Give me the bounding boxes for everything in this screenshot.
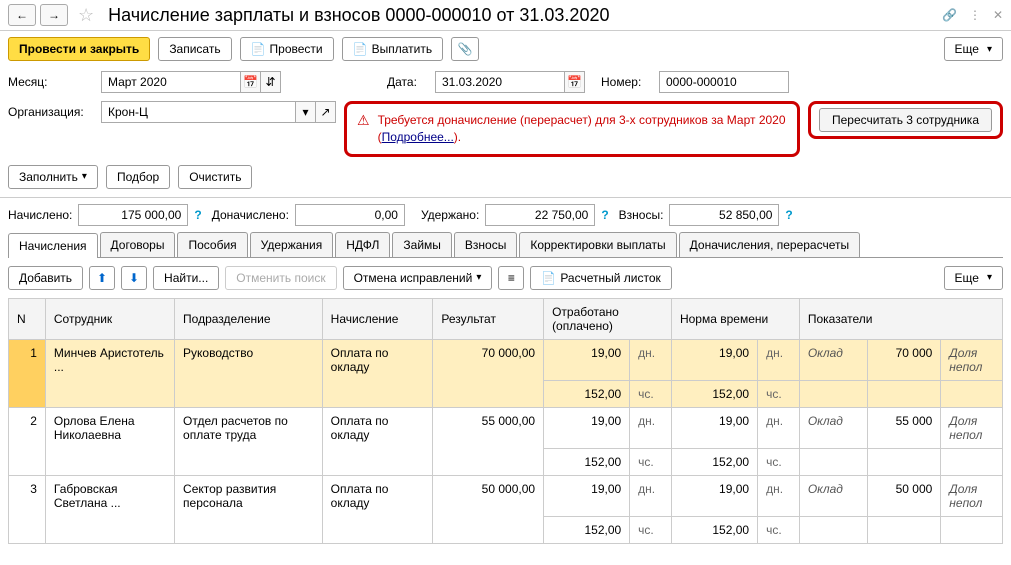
tab-more-button[interactable]: Еще [944, 266, 1003, 290]
show-all-button[interactable]: ≡ [498, 266, 524, 290]
arrow-down-icon: ⬇ [129, 271, 139, 285]
kebab-icon[interactable]: ⋮ [969, 8, 981, 22]
org-label: Организация: [8, 101, 93, 119]
star-icon[interactable]: ☆ [78, 5, 94, 26]
attach-button[interactable]: 📎 [451, 37, 479, 61]
col-dept[interactable]: Подразделение [175, 298, 323, 339]
pay-button[interactable]: 📄 Выплатить [342, 37, 443, 61]
table-row[interactable]: 3 Габровская Светлана ... Сектор развити… [9, 475, 1003, 516]
month-label: Месяц: [8, 71, 93, 89]
post-label: Провести [270, 42, 323, 56]
col-norm[interactable]: Норма времени [671, 298, 799, 339]
page-title: Начисление зарплаты и взносов 0000-00001… [108, 5, 938, 26]
accrued-help[interactable]: ? [194, 208, 201, 222]
pay-label: Выплатить [372, 42, 433, 56]
org-dropdown-button[interactable]: ▾ [296, 101, 316, 123]
month-calendar-button[interactable]: 📅 [241, 71, 261, 93]
withheld-help[interactable]: ? [601, 208, 608, 222]
withheld-label: Удержано: [421, 208, 479, 222]
post-close-button[interactable]: Провести и закрыть [8, 37, 150, 61]
select-button[interactable]: Подбор [106, 165, 170, 189]
cancel-fix-label: Отмена исправлений [354, 271, 473, 285]
cancel-find-button[interactable]: Отменить поиск [225, 266, 336, 290]
doc-icon: 📄 [541, 271, 556, 285]
col-ind[interactable]: Показатели [799, 298, 1002, 339]
contrib-label: Взносы: [619, 208, 664, 222]
accrued-value[interactable] [78, 204, 188, 226]
save-button[interactable]: Записать [158, 37, 231, 61]
more-label: Еще [955, 42, 979, 56]
org-open-button[interactable]: ↗ [316, 101, 336, 123]
added-value[interactable] [295, 204, 405, 226]
contrib-value[interactable] [669, 204, 779, 226]
number-input[interactable] [659, 71, 789, 93]
post-icon: 📄 [251, 42, 266, 56]
col-accr[interactable]: Начисление [322, 298, 433, 339]
tab-loans[interactable]: Займы [392, 232, 452, 257]
tabs: Начисления Договоры Пособия Удержания НД… [8, 232, 1003, 258]
table-row[interactable]: 1 Минчев Аристотель ... Руководство Опла… [9, 339, 1003, 380]
move-down-button[interactable]: ⬇ [121, 266, 147, 290]
col-n[interactable]: N [9, 298, 46, 339]
date-label: Дата: [387, 71, 427, 89]
arrow-up-icon: ⬆ [97, 271, 107, 285]
back-button[interactable]: ← [8, 4, 36, 26]
accruals-table: N Сотрудник Подразделение Начисление Рез… [8, 298, 1003, 544]
pay-icon: 📄 [353, 42, 368, 56]
recalculate-button[interactable]: Пересчитать 3 сотрудника [819, 108, 992, 132]
find-button[interactable]: Найти... [153, 266, 219, 290]
accrued-label: Начислено: [8, 208, 72, 222]
col-result[interactable]: Результат [433, 298, 544, 339]
tab-corrections[interactable]: Корректировки выплаты [519, 232, 676, 257]
tab-ndfl[interactable]: НДФЛ [335, 232, 390, 257]
payslip-label: Расчетный листок [560, 271, 660, 285]
fill-label: Заполнить [19, 170, 78, 184]
org-input[interactable] [101, 101, 296, 123]
warning-details-link[interactable]: Подробнее... [382, 130, 454, 144]
col-worked[interactable]: Отработано (оплачено) [544, 298, 672, 339]
warning-icon: ⚠ [357, 112, 370, 129]
fill-button[interactable]: Заполнить [8, 165, 98, 189]
tab-additional[interactable]: Доначисления, перерасчеты [679, 232, 860, 257]
month-spinner[interactable]: ⇵ [261, 71, 281, 93]
post-button[interactable]: 📄 Провести [240, 37, 334, 61]
add-row-button[interactable]: Добавить [8, 266, 83, 290]
cancel-fix-button[interactable]: Отмена исправлений [343, 266, 493, 290]
warning-panel: ⚠ Требуется доначисление (перерасчет) дл… [344, 101, 800, 157]
tab-deductions[interactable]: Удержания [250, 232, 334, 257]
tab-accruals[interactable]: Начисления [8, 233, 98, 258]
tab-benefits[interactable]: Пособия [177, 232, 247, 257]
contrib-help[interactable]: ? [785, 208, 792, 222]
list-icon: ≡ [508, 271, 515, 285]
number-label: Номер: [601, 71, 651, 89]
close-icon[interactable]: ✕ [993, 8, 1003, 22]
payslip-button[interactable]: 📄 Расчетный листок [530, 266, 671, 290]
date-calendar-button[interactable]: 📅 [565, 71, 585, 93]
tab-contrib[interactable]: Взносы [454, 232, 517, 257]
col-emp[interactable]: Сотрудник [45, 298, 174, 339]
month-input[interactable] [101, 71, 241, 93]
warning-text: Требуется доначисление (перерасчет) для … [378, 112, 787, 146]
clear-button[interactable]: Очистить [178, 165, 252, 189]
paperclip-icon: 📎 [458, 42, 473, 56]
withheld-value[interactable] [485, 204, 595, 226]
tab-contracts[interactable]: Договоры [100, 232, 176, 257]
move-up-button[interactable]: ⬆ [89, 266, 115, 290]
more-button[interactable]: Еще [944, 37, 1003, 61]
table-row[interactable]: 2 Орлова Елена Николаевна Отдел расчетов… [9, 407, 1003, 448]
forward-button[interactable]: → [40, 4, 68, 26]
tab-more-label: Еще [955, 271, 979, 285]
link-icon[interactable]: 🔗 [942, 8, 957, 22]
added-label: Доначислено: [212, 208, 289, 222]
date-input[interactable] [435, 71, 565, 93]
